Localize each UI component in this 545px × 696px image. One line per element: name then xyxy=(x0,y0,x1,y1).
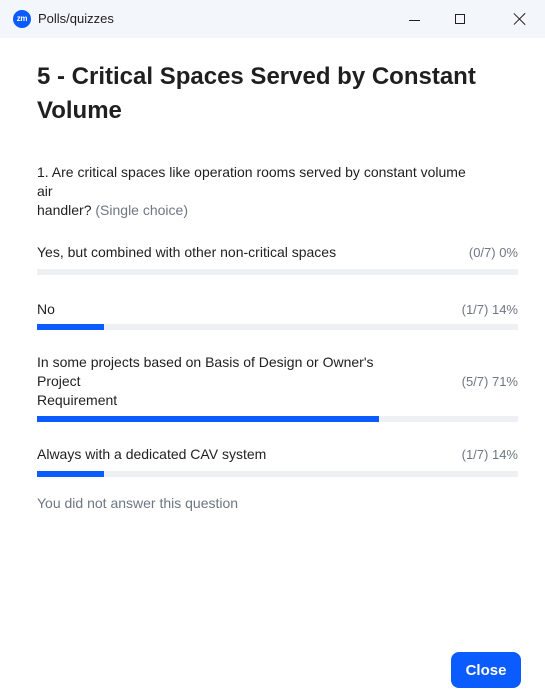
option-result: (1/7) 14% xyxy=(461,302,518,317)
question-type: (Single choice) xyxy=(95,202,188,218)
close-icon xyxy=(513,12,527,26)
option-label-line: Requirement xyxy=(37,392,118,408)
result-bar-fill xyxy=(37,416,379,422)
result-bar-fill xyxy=(37,471,105,477)
poll-option: In some projects based on Basis of Desig… xyxy=(37,353,518,425)
minimize-button[interactable] xyxy=(391,0,437,38)
option-label: In some projects based on Basis of Desig… xyxy=(37,353,437,410)
poll-title: 5 - Critical Spaces Served by Constant V… xyxy=(37,63,476,124)
answer-status: You did not answer this question xyxy=(37,495,239,511)
minimize-icon xyxy=(408,19,420,21)
question-line: air xyxy=(37,183,53,199)
option-label: Always with a dedicated CAV system xyxy=(37,445,437,464)
option-label-line: No xyxy=(37,301,55,317)
result-bar-track xyxy=(37,324,518,330)
question-line-text: handler? xyxy=(37,202,92,218)
option-result: (5/7) 71% xyxy=(461,374,518,389)
window-close-button[interactable] xyxy=(495,0,545,38)
poll-option: Yes, but combined with other non-critica… xyxy=(37,243,518,277)
maximize-button[interactable] xyxy=(437,0,483,38)
option-label-line: Project xyxy=(37,373,81,389)
question-text: 1. Are critical spaces like operation ro… xyxy=(37,163,522,220)
poll-option: No (1/7) 14% xyxy=(37,300,518,334)
result-bar-track xyxy=(37,471,518,477)
option-label-line: Always with a dedicated CAV system xyxy=(37,446,267,462)
result-bar-fill xyxy=(37,324,105,330)
result-bar-track xyxy=(37,416,518,422)
zoom-logo-icon: zm xyxy=(13,10,31,28)
option-label-line: Yes, but combined with other non-critica… xyxy=(37,244,337,260)
poll-option: Always with a dedicated CAV system (1/7)… xyxy=(37,445,518,479)
option-label: Yes, but combined with other non-critica… xyxy=(37,243,437,262)
option-result: (0/7) 0% xyxy=(468,245,518,260)
close-button[interactable]: Close xyxy=(451,652,521,688)
window-title: Polls/quizzes xyxy=(38,11,114,26)
option-label-line: In some projects based on Basis of Desig… xyxy=(37,354,374,370)
maximize-icon xyxy=(455,14,465,24)
option-result: (1/7) 14% xyxy=(461,447,518,462)
result-bar-track xyxy=(37,269,518,275)
question-line: 1. Are critical spaces like operation ro… xyxy=(37,164,466,180)
polls-window: zm Polls/quizzes 5 - Critical Spaces Ser… xyxy=(0,0,545,696)
option-label: No xyxy=(37,300,437,319)
title-bar: zm Polls/quizzes xyxy=(0,0,545,38)
question-line: handler? (Single choice) xyxy=(37,201,522,220)
